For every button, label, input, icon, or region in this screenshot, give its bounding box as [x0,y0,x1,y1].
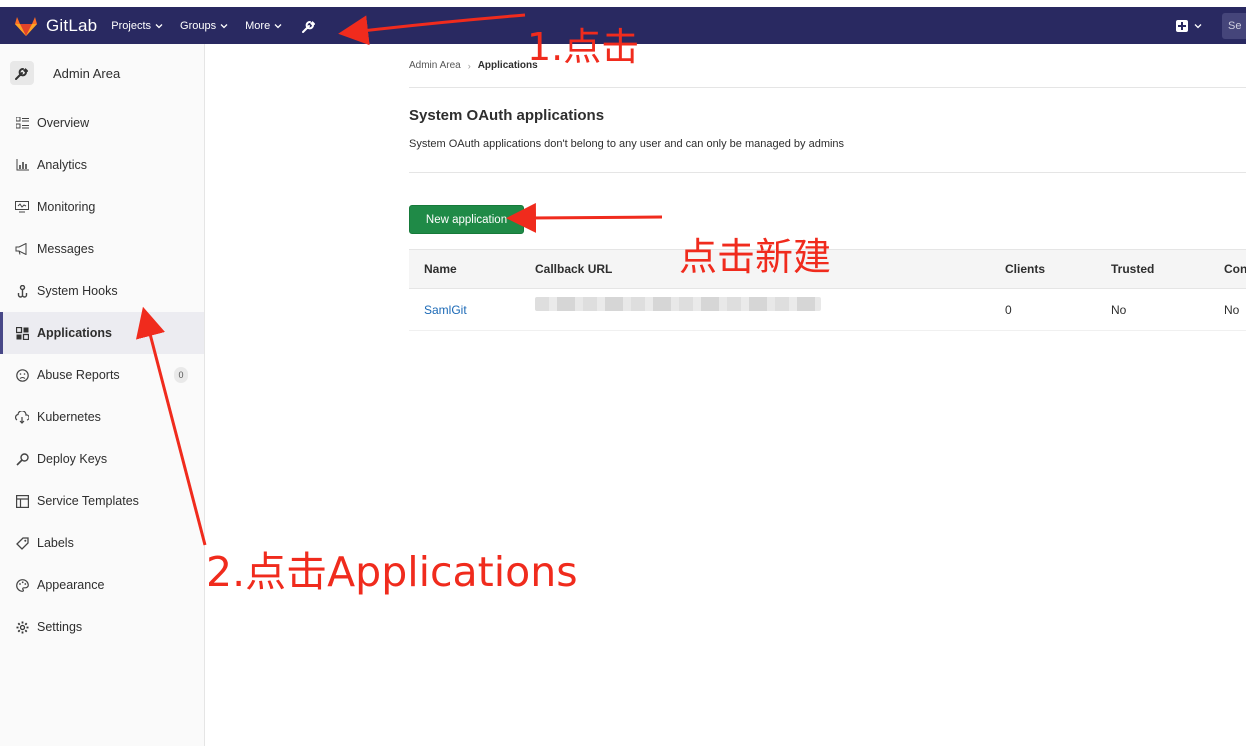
divider [409,172,1246,173]
nav-groups[interactable]: Groups [180,20,228,32]
appearance-icon [15,578,29,592]
sidebar-item-label: Kubernetes [37,410,101,424]
nav-more[interactable]: More [245,20,282,32]
chevron-down-icon [220,23,228,28]
new-application-button[interactable]: New application [409,205,524,234]
sidebar-item-label: System Hooks [37,284,118,298]
nav-projects-label: Projects [111,19,152,32]
gitlab-logo-icon [15,16,37,36]
sidebar-title: Admin Area [53,65,121,81]
sidebar-item-monitoring[interactable]: Monitoring [0,186,204,228]
sidebar-item-system-hooks[interactable]: System Hooks [0,270,204,312]
sidebar-item-service-templates[interactable]: Service Templates [0,480,204,522]
sidebar-item-label: Appearance [37,578,105,592]
sidebar-item-label: Abuse Reports [37,368,120,382]
column-header-callback-url: Callback URL [535,262,613,276]
redacted-callback-url [535,297,821,311]
sidebar-item-label: Settings [37,620,83,634]
nav-menu: Projects Groups More [111,18,317,34]
annotation-click-new: 点击新建 [679,235,832,279]
column-header-name: Name [424,262,457,276]
sidebar-item-applications[interactable]: Applications [0,312,204,354]
nav-right: Se [1176,7,1246,44]
key-icon [15,452,29,466]
sidebar-item-messages[interactable]: Messages [0,228,204,270]
sidebar-item-appearance[interactable]: Appearance [0,564,204,606]
page-title: System OAuth applications [409,107,605,124]
application-name-link[interactable]: SamlGit [424,289,467,330]
sidebar-item-label: Monitoring [37,200,96,214]
annotation-step2: 2.点击Applications [206,548,578,596]
chevron-down-icon [1194,23,1202,28]
plus-square-icon [1176,19,1188,32]
trusted-value: No [1111,302,1127,317]
sidebar-item-kubernetes[interactable]: Kubernetes [0,396,204,438]
sidebar-item-labels[interactable]: Labels [0,522,204,564]
kubernetes-icon [15,410,29,424]
hook-icon [15,284,29,298]
sidebar-item-label: Service Templates [37,494,139,508]
breadcrumb-admin-area[interactable]: Admin Area [409,60,461,71]
sidebar-item-label: Applications [37,326,113,340]
sidebar-item-label: Labels [37,536,74,550]
admin-area-wrench-icon[interactable] [301,18,317,34]
column-header-clients: Clients [1005,262,1046,276]
nav-groups-label: Groups [180,19,217,32]
label-icon [15,536,29,550]
sidebar-item-analytics[interactable]: Analytics [0,144,204,186]
column-header-confidential: Con [1224,262,1246,276]
search-input[interactable]: Se [1222,12,1246,39]
monitoring-icon [15,200,29,214]
sidebar-item-label: Analytics [37,158,88,172]
sidebar-item-settings[interactable]: Settings [0,606,204,648]
sidebar-item-label: Overview [37,116,90,130]
page-description: System OAuth applications don't belong t… [409,138,845,150]
admin-avatar [10,61,34,85]
nav-more-label: More [245,19,271,32]
confidential-value: No [1224,302,1240,317]
sidebar-item-label: Messages [37,242,94,256]
abuse-reports-count-badge: 0 [174,367,188,383]
nav-projects[interactable]: Projects [111,20,163,32]
arrow-to-new-application [506,202,663,233]
table-row: SamlGit 0 No No [409,289,1246,331]
template-icon [15,494,29,508]
overview-icon [15,116,29,130]
chevron-down-icon [274,23,282,28]
admin-sidebar: Admin Area Overview Analytics Monitoring… [0,44,205,746]
sidebar-item-deploy-keys[interactable]: Deploy Keys [0,438,204,480]
breadcrumb-chevron-icon: › [467,60,471,71]
applications-icon [15,326,29,340]
chevron-down-icon [155,23,163,28]
sidebar-item-abuse-reports[interactable]: Abuse Reports 0 [0,354,204,396]
clients-count: 0 [1005,302,1012,317]
analytics-icon [15,158,29,172]
settings-icon [15,620,29,634]
sidebar-item-overview[interactable]: Overview [0,102,204,144]
new-dropdown-button[interactable] [1176,19,1202,32]
brand-name: GitLab [46,15,98,35]
wrench-icon [15,68,28,80]
messages-icon [15,242,29,256]
gitlab-home-link[interactable]: GitLab [14,15,97,37]
annotation-step1: 1.点击 [527,25,640,69]
column-header-trusted: Trusted [1111,262,1155,276]
abuse-icon [15,368,29,382]
sidebar-item-label: Deploy Keys [37,452,108,466]
sidebar-header[interactable]: Admin Area [0,44,204,102]
